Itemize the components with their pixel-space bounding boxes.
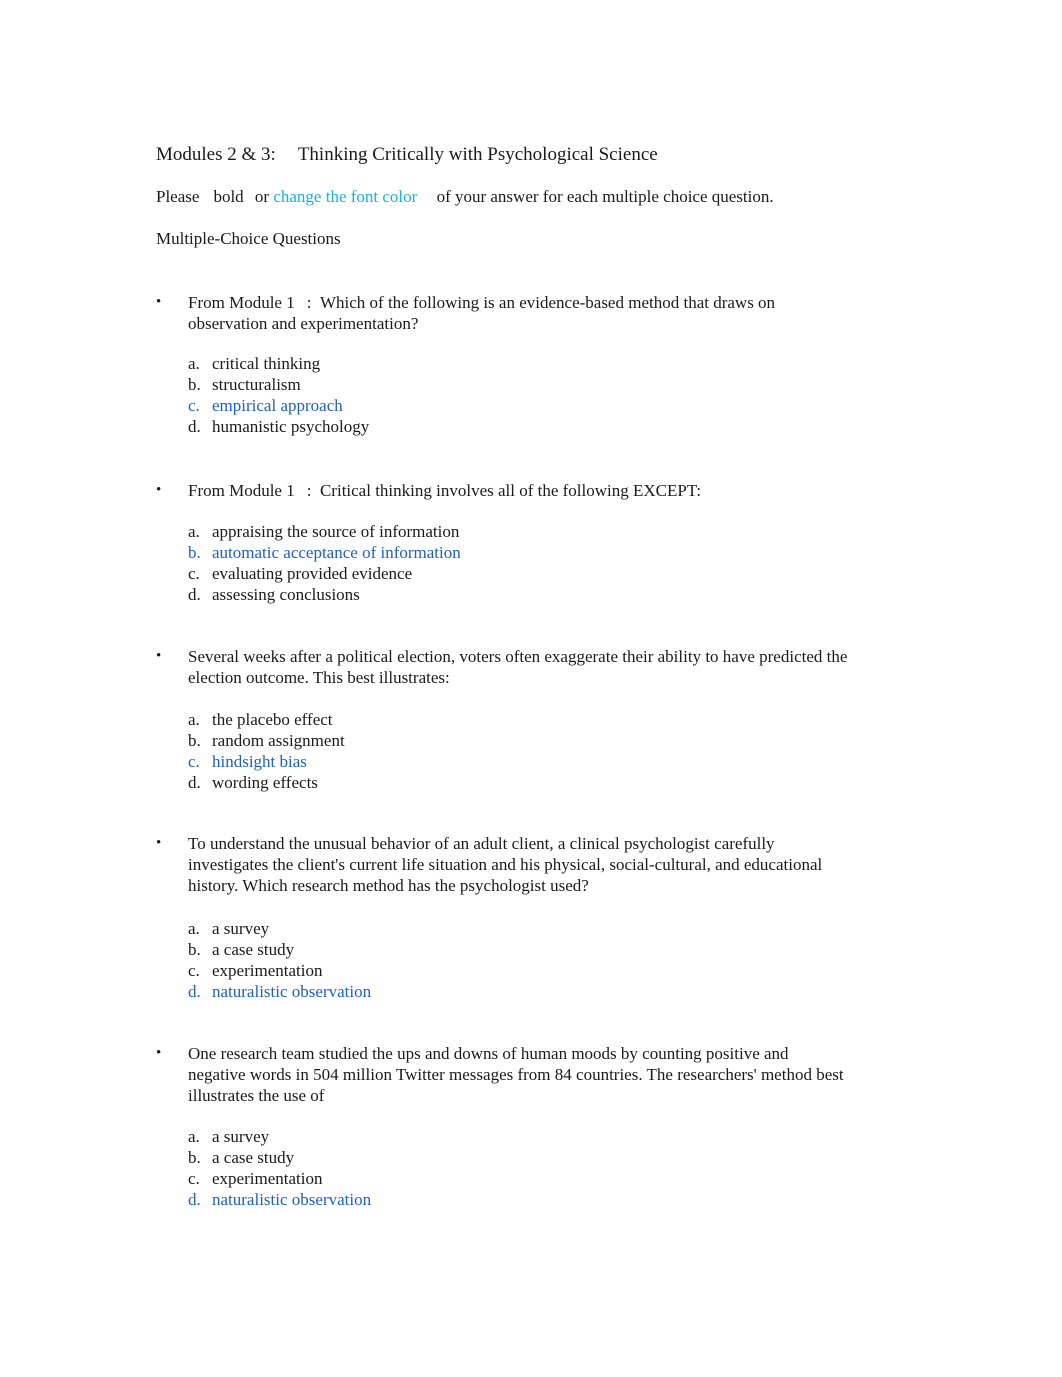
instructions-bold-word: bold [213, 187, 244, 206]
option-text: experimentation [212, 961, 323, 980]
option-letter: a. [188, 354, 200, 373]
option-text: empirical approach [212, 396, 343, 415]
question-separator: : [306, 481, 312, 500]
title-text: Thinking Critically with Psychological S… [297, 144, 658, 165]
option-letter: a. [188, 919, 200, 938]
bullet-icon: • [156, 648, 162, 664]
question-separator: : [306, 293, 312, 312]
question-source: From Module 1 [188, 293, 295, 312]
option-text: humanistic psychology [212, 417, 370, 436]
question-stem: To understand the unusual behavior of an… [188, 833, 848, 896]
option-letter: c. [188, 961, 200, 980]
option-list: a. a survey b. a case study c. experimentat… [188, 918, 371, 1002]
instructions-highlight: change the font color [273, 187, 418, 206]
option-letter: c. [188, 564, 200, 583]
option-text: a case study [212, 940, 295, 959]
option-text: a survey [212, 919, 270, 938]
option-text: critical thinking [212, 354, 321, 373]
question-text: Critical thinking involves all of the fo… [319, 481, 702, 500]
page-title: Modules 2 & 3: Thinking Critically with P… [156, 144, 658, 166]
option-d-selected-answer[interactable]: d. naturalistic observation [188, 1189, 371, 1210]
option-text: assessing conclusions [212, 585, 360, 604]
option-text: wording effects [212, 773, 318, 792]
option-text: naturalistic observation [212, 1190, 372, 1209]
option-letter: b. [188, 543, 201, 562]
option-letter: b. [188, 1148, 201, 1167]
option-text: automatic acceptance of information [212, 543, 461, 562]
option-c[interactable]: c. experimentation [188, 960, 371, 981]
bullet-icon: • [156, 835, 162, 851]
option-text: evaluating provided evidence [212, 564, 413, 583]
option-d[interactable]: d. assessing conclusions [188, 584, 461, 605]
option-b[interactable]: b. a case study [188, 1147, 371, 1168]
instructions-or: or [254, 187, 270, 206]
question-text: One research team studied the ups and do… [188, 1044, 844, 1105]
option-letter: a. [188, 710, 200, 729]
module-label: Modules 2 & 3: [156, 144, 276, 165]
question-stem: Several weeks after a political election… [188, 646, 848, 688]
option-letter: d. [188, 1190, 201, 1209]
option-letter: c. [188, 752, 200, 771]
option-text: a survey [212, 1127, 270, 1146]
option-letter: c. [188, 1169, 200, 1188]
option-letter: b. [188, 375, 201, 394]
option-a[interactable]: a. the placebo effect [188, 709, 345, 730]
question-stem: From Module 1: Critical thinking involve… [188, 480, 848, 501]
instructions-part4: of your answer for each multiple choice … [436, 187, 774, 206]
question-text: Several weeks after a political election… [188, 647, 848, 687]
option-text: appraising the source of information [212, 522, 460, 541]
option-letter: c. [188, 396, 200, 415]
instructions-part1: Please [156, 187, 200, 206]
option-b[interactable]: b. random assignment [188, 730, 345, 751]
question-stem: One research team studied the ups and do… [188, 1043, 848, 1106]
option-a[interactable]: a. appraising the source of information [188, 521, 461, 542]
option-a[interactable]: a. critical thinking [188, 353, 369, 374]
bullet-icon: • [156, 1045, 162, 1061]
option-list: a. appraising the source of information b… [188, 521, 461, 605]
option-letter: d. [188, 982, 201, 1001]
option-text: random assignment [212, 731, 345, 750]
option-d-selected-answer[interactable]: d. naturalistic observation [188, 981, 371, 1002]
option-text: a case study [212, 1148, 295, 1167]
option-b[interactable]: b. a case study [188, 939, 371, 960]
option-list: a. the placebo effect b. random assignment… [188, 709, 345, 793]
question-source: From Module 1 [188, 481, 295, 500]
option-c-selected-answer[interactable]: c. hindsight bias [188, 751, 345, 772]
option-d[interactable]: d. humanistic psychology [188, 416, 369, 437]
option-c[interactable]: c. evaluating provided evidence [188, 563, 461, 584]
option-list: a. critical thinking b. structuralism c. em… [188, 353, 369, 437]
option-a[interactable]: a. a survey [188, 1126, 371, 1147]
option-c[interactable]: c. experimentation [188, 1168, 371, 1189]
option-letter: a. [188, 1127, 200, 1146]
option-a[interactable]: a. a survey [188, 918, 371, 939]
option-b[interactable]: b. structuralism [188, 374, 369, 395]
bullet-icon: • [156, 294, 162, 310]
bullet-icon: • [156, 482, 162, 498]
option-letter: d. [188, 773, 201, 792]
option-letter: d. [188, 417, 201, 436]
option-letter: d. [188, 585, 201, 604]
option-letter: b. [188, 940, 201, 959]
option-text: naturalistic observation [212, 982, 372, 1001]
option-d[interactable]: d. wording effects [188, 772, 345, 793]
option-letter: a. [188, 522, 200, 541]
section-heading: Multiple-Choice Questions [156, 229, 341, 248]
question-text: To understand the unusual behavior of an… [188, 834, 823, 895]
question-stem: From Module 1: Which of the following is… [188, 292, 848, 334]
instructions: Please bold or change the font color of y… [156, 187, 774, 207]
option-c-selected-answer[interactable]: c. empirical approach [188, 395, 369, 416]
option-letter: b. [188, 731, 201, 750]
option-list: a. a survey b. a case study c. experimentat… [188, 1126, 371, 1210]
option-b-selected-answer[interactable]: b. automatic acceptance of information [188, 542, 461, 563]
option-text: the placebo effect [212, 710, 333, 729]
option-text: experimentation [212, 1169, 323, 1188]
option-text: hindsight bias [212, 752, 307, 771]
option-text: structuralism [212, 375, 301, 394]
